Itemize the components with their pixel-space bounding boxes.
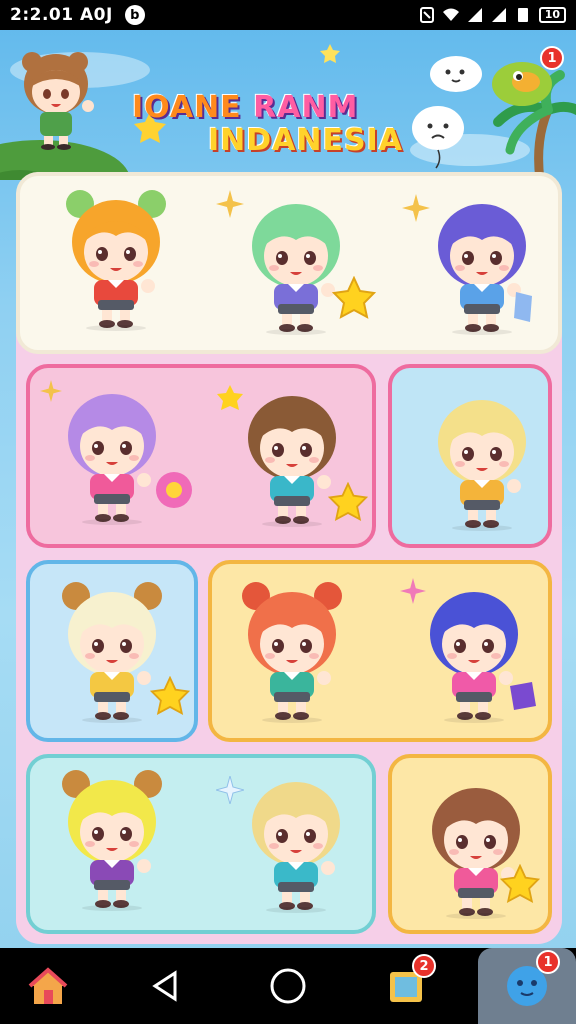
sparkle-icon-3 <box>40 380 62 402</box>
character-board <box>16 172 562 944</box>
star-item-icon-2 <box>328 482 368 522</box>
game-header: IOANE RANM INDANESIA 1 <box>0 30 576 180</box>
sparkle-icon <box>216 190 244 218</box>
mascot-avatar[interactable] <box>12 40 102 150</box>
status-icons: 10 <box>419 7 566 23</box>
flower-item-icon <box>156 472 192 508</box>
nav-tasks-button[interactable] <box>358 948 454 1024</box>
notification-badge: 1 <box>540 46 564 70</box>
game-title-line2: INDANESIA <box>208 123 403 158</box>
crystal-item-icon <box>514 292 532 322</box>
tasks-badge: 2 <box>412 954 436 978</box>
nav-home-button[interactable] <box>0 948 96 1024</box>
sparkle-icon-4 <box>400 578 426 604</box>
notification-icon: b <box>124 5 145 25</box>
character-c6[interactable] <box>422 382 542 532</box>
signal-icon-2 <box>491 8 506 22</box>
cloud-sad-icon <box>412 106 464 169</box>
cloud-ghost-icon <box>430 56 482 92</box>
status-bar: 2:2.01 A0J b 10 <box>0 0 576 30</box>
game-title-line1: IOANE RANM <box>132 92 402 124</box>
home-icon <box>28 967 68 1004</box>
navigation-bar: 2 1 <box>0 948 576 1024</box>
character-c11[interactable] <box>236 764 356 914</box>
back-icon <box>152 970 177 1002</box>
nav-back-button[interactable] <box>118 948 214 1024</box>
sim-icon <box>517 8 528 22</box>
character-c8[interactable] <box>232 574 352 724</box>
signal-icon <box>467 8 482 22</box>
star-item-icon-4 <box>500 864 540 904</box>
sparkle-icon-5 <box>216 776 244 804</box>
nav-profile-button[interactable] <box>478 948 576 1024</box>
game-title-logo: IOANE RANM INDANESIA <box>132 92 402 158</box>
title-part-a: IOANE <box>132 90 254 125</box>
star-item-icon <box>332 276 376 319</box>
profile-badge: 1 <box>536 950 560 974</box>
status-time: 2:2.01 A0J <box>10 5 113 25</box>
character-c1[interactable] <box>56 182 176 332</box>
character-c10[interactable] <box>52 762 172 912</box>
nfc-icon <box>419 7 434 23</box>
nav-home-circle-button[interactable] <box>240 948 336 1024</box>
sparkle-icon-2 <box>402 194 430 222</box>
crystal-item-icon-2 <box>510 682 536 710</box>
title-part-b: RANM <box>253 90 359 125</box>
home-circle-icon <box>270 968 306 1004</box>
battery-indicator: 10 <box>538 7 566 23</box>
star-item-icon-3 <box>150 676 190 716</box>
wifi-icon <box>442 8 459 21</box>
star-small-icon <box>217 385 243 410</box>
